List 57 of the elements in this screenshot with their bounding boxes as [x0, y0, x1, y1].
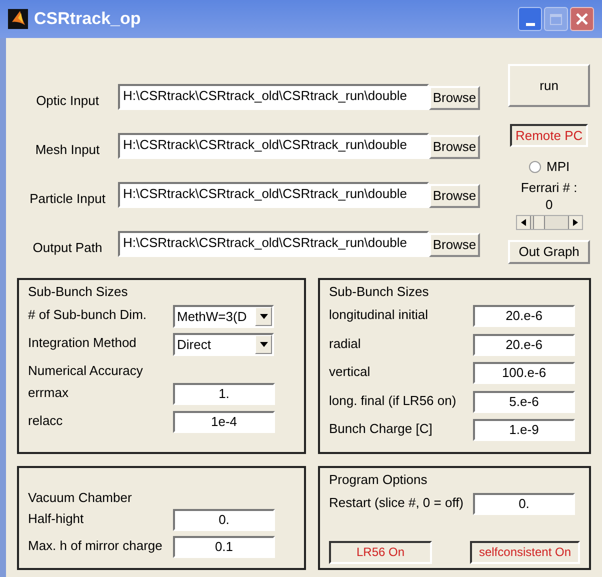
minimize-icon	[526, 23, 534, 26]
field-label: Half-hight	[28, 510, 85, 528]
dropdown[interactable]: MethW=3(D	[173, 305, 274, 328]
panel-title: Sub-Bunch Sizes	[28, 282, 129, 300]
field-label: vertical	[329, 363, 372, 381]
field-label: Bunch Charge [C]	[329, 420, 434, 438]
value-field[interactable]: 20.e-6	[473, 334, 575, 356]
field-label: Restart (slice #, 0 = off)	[329, 494, 465, 512]
field-label: relacc	[28, 412, 64, 430]
field-label: longitudinal initial	[329, 306, 430, 324]
panel-title: Sub-Bunch Sizes	[329, 282, 430, 300]
field-label: Integration Method	[28, 334, 138, 352]
value-field[interactable]: 0.	[473, 493, 575, 515]
field-label: Output Path	[32, 240, 104, 256]
value-field[interactable]: 20.e-6	[473, 305, 575, 327]
close-button[interactable]	[570, 7, 594, 31]
toggle-button[interactable]: LR56 On	[329, 540, 432, 564]
minimize-button[interactable]	[518, 7, 542, 31]
section-heading: Numerical Accuracy	[28, 362, 143, 380]
value-field[interactable]: 0.	[173, 508, 275, 531]
field-label: Mesh Input	[34, 142, 101, 158]
field-label: Max. h of mirror charge	[28, 537, 164, 556]
field-label: errmax	[28, 384, 70, 402]
section-heading: Vacuum Chamber	[28, 488, 132, 506]
dropdown[interactable]: Direct	[173, 333, 274, 356]
path-field[interactable]: H:\CSRtrack\CSRtrack_old\CSRtrack_run\double	[118, 133, 429, 159]
value-field[interactable]: 1e-4	[173, 411, 275, 433]
out-graph-button[interactable]: Out Graph	[508, 240, 590, 264]
browse-button[interactable]: Browse	[429, 233, 480, 257]
mpi-label: MPI	[546, 158, 570, 176]
browse-button[interactable]: Browse	[429, 135, 480, 159]
value-field[interactable]: 100.e-6	[473, 362, 575, 384]
field-label: Particle Input	[28, 191, 106, 207]
ferrari-label: Ferrari # :	[520, 178, 578, 196]
value-field[interactable]: 1.e-9	[473, 419, 575, 441]
path-field[interactable]: H:\CSRtrack\CSRtrack_old\CSRtrack_run\double	[118, 231, 429, 257]
field-label: radial	[329, 334, 362, 352]
browse-button[interactable]: Browse	[429, 86, 480, 110]
close-icon	[575, 12, 589, 26]
maximize-icon	[550, 14, 562, 24]
path-field[interactable]: H:\CSRtrack\CSRtrack_old\CSRtrack_run\double	[118, 182, 429, 208]
window-title: CSRtrack_op	[34, 8, 141, 30]
field-label: long. final (if LR56 on)	[329, 392, 458, 410]
run-button[interactable]: run	[508, 64, 590, 107]
value-field[interactable]: 1.	[173, 383, 275, 405]
value-field[interactable]: 0.1	[173, 536, 275, 558]
remote-pc-toggle[interactable]: Remote PC	[510, 124, 588, 147]
mpi-radio[interactable]	[528, 160, 541, 173]
ferrari-value: 0	[545, 196, 553, 214]
field-label: Optic Input	[35, 93, 100, 109]
path-field[interactable]: H:\CSRtrack\CSRtrack_old\CSRtrack_run\double	[118, 84, 429, 110]
field-label: # of Sub-bunch Dim.	[28, 306, 148, 324]
panel-title: Program Options	[329, 470, 428, 489]
browse-button[interactable]: Browse	[429, 184, 480, 208]
app-icon	[8, 9, 28, 29]
toggle-button[interactable]: selfconsistent On	[470, 540, 580, 564]
value-field[interactable]: 5.e-6	[473, 390, 575, 412]
